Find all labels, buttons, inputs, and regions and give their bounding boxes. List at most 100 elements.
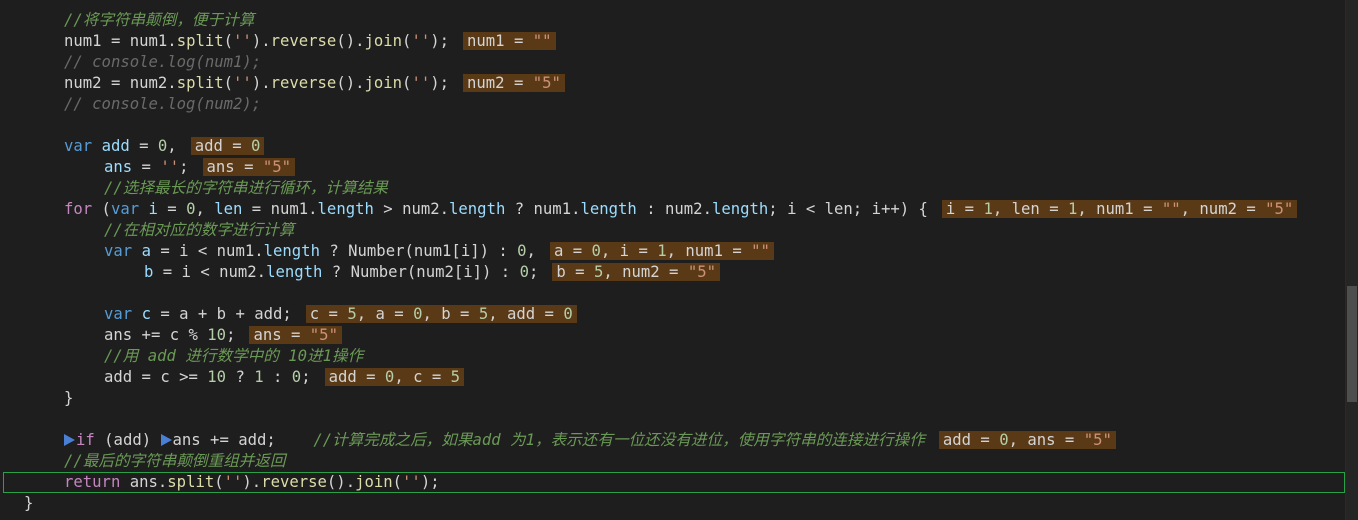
code-line[interactable] [0, 409, 1346, 430]
code-line[interactable]: b = i < num2.length ? Number(num2[i]) : … [0, 262, 1346, 283]
code-token: = [101, 74, 130, 92]
code-token: '' [233, 74, 252, 92]
code-token: num2 [665, 200, 703, 218]
hint-part: 0 [251, 137, 261, 155]
code-line[interactable]: //选择最长的字符串进行循环，计算结果 [0, 178, 1346, 199]
inline-value-hint: add = 0, ans = "5" [938, 431, 1116, 449]
code-editor[interactable]: //将字符串颠倒，便于计算 num1 = num1.split('').rever… [0, 0, 1346, 520]
code-token: num2 [402, 200, 440, 218]
code-token: 0 [519, 263, 529, 281]
code-token: . [157, 473, 168, 491]
code-token: : [636, 200, 665, 218]
code-line[interactable]: } [0, 493, 1346, 514]
code-line[interactable]: ans = ''; ans = "5" [0, 157, 1346, 178]
code-token: = i < num2. [153, 263, 267, 281]
code-token: ). [251, 74, 271, 92]
code-token: ( [392, 473, 403, 491]
code-token: var [104, 242, 133, 260]
code-line[interactable]: // console.log(num1); [0, 52, 1346, 73]
breakpoint-icon[interactable] [64, 434, 75, 446]
code-token: 0 [291, 368, 302, 386]
code-line[interactable]: for (var i = 0, len = num1.length > num2… [0, 199, 1346, 220]
code-line[interactable]: } [0, 388, 1346, 409]
code-token: } [24, 494, 34, 512]
code-line[interactable]: var a = i < num1.length ? Number(num1[i]… [0, 241, 1346, 262]
code-token: (). [336, 32, 365, 50]
code-token: 10 [207, 368, 227, 386]
code-line[interactable]: //将字符串颠倒，便于计算 [0, 10, 1346, 31]
code-line[interactable]: //用 add 进行数学中的 10进1操作 [0, 346, 1346, 367]
hint-part: , i = [600, 242, 658, 260]
current-line[interactable]: return ans.split('').reverse().join(''); [3, 472, 1345, 493]
code-line[interactable]: num1 = num1.split('').reverse().join('')… [0, 31, 1346, 52]
hint-part: 1 [1067, 200, 1078, 218]
code-line[interactable]: var c = a + b + add; c = 5, a = 0, b = 5,… [0, 304, 1346, 325]
code-token: '' [233, 32, 252, 50]
hint-part: , num1 = [1077, 200, 1162, 218]
code-line[interactable] [0, 283, 1346, 304]
code-line[interactable]: num2 = num2.split('').reverse().join('')… [0, 73, 1346, 94]
hint-part: b = [556, 263, 594, 281]
code-token: . [308, 200, 318, 218]
inline-value-hint: i = 1, len = 1, num1 = "", num2 = "5" [941, 200, 1298, 218]
hint-part: , len = [992, 200, 1068, 218]
hint-part: 0 [384, 368, 395, 386]
breakpoint-icon[interactable] [160, 434, 172, 446]
code-token: ); [420, 473, 440, 491]
code-line[interactable]: // console.log(num2); [0, 94, 1346, 115]
code-token: = [129, 137, 158, 155]
code-line[interactable]: ans += c % 10; ans = "5" [0, 325, 1346, 346]
code-token: reverse [270, 74, 337, 92]
code-token: (num2[i]) : [406, 263, 520, 281]
code-token: var [64, 137, 93, 155]
code-token: if [76, 431, 95, 449]
code-token: c [141, 305, 151, 323]
code-line[interactable]: var add = 0, add = 0 [0, 136, 1346, 157]
hint-part: ans = [253, 326, 310, 344]
hint-part: "5" [309, 326, 338, 344]
hint-part: add = [194, 137, 252, 155]
code-line[interactable] [0, 115, 1346, 136]
code-token: Number [348, 242, 405, 260]
code-token: split [167, 473, 215, 491]
hint-part: 5 [347, 305, 357, 323]
code-token: return [64, 473, 121, 491]
code-token: length [449, 200, 506, 218]
code-token: ; i < len; i++) { [768, 200, 928, 218]
code-line[interactable]: //最后的字符串颠倒重组并返回 [0, 451, 1346, 472]
code-token: var [110, 200, 140, 218]
code-token: length [317, 200, 374, 218]
code-token: ); [430, 32, 449, 50]
hint-part: 5 [478, 305, 489, 323]
code-comment: //用 add 进行数学中的 10进1操作 [104, 347, 364, 365]
code-token: ; [528, 263, 539, 281]
code-token: ( [223, 74, 234, 92]
code-line[interactable]: add = c >= 10 ? 1 : 0; add = 0, c = 5 [0, 367, 1346, 388]
code-line[interactable]: if (add) ans += add; //计算完成之后，如果add 为1，表… [0, 430, 1346, 451]
scrollbar-thumb[interactable] [1347, 286, 1357, 402]
inline-value-hint: num1 = "" [463, 32, 556, 50]
code-token: join [364, 74, 403, 92]
code-line[interactable]: //在相对应的数字进行计算 [0, 220, 1346, 241]
hint-part: "5" [1265, 200, 1294, 218]
vertical-scrollbar[interactable] [1346, 0, 1358, 520]
inline-value-hint: ans = "5" [202, 158, 296, 176]
code-token: '' [402, 473, 421, 491]
hint-part: num1 = [467, 32, 533, 50]
hint-part: 0 [563, 305, 573, 323]
code-token: = a + b + add; [150, 305, 292, 323]
code-token: ? [319, 242, 349, 260]
code-token: } [64, 389, 74, 407]
code-token: (num1[i]) : [404, 242, 518, 260]
code-comment: //计算完成之后，如果add 为1，表示还有一位还没有进位，使用字符串的连接进行… [275, 431, 925, 449]
hint-part: , num2 = [1180, 200, 1266, 218]
code-token: '' [223, 473, 243, 491]
hint-part: "" [532, 32, 552, 50]
code-token: = [132, 158, 161, 176]
code-token: ( [223, 32, 234, 50]
inline-value-hint: c = 5, a = 0, b = 5, add = 0 [305, 305, 577, 323]
code-token: ( [214, 473, 224, 491]
code-token: add [104, 368, 133, 386]
